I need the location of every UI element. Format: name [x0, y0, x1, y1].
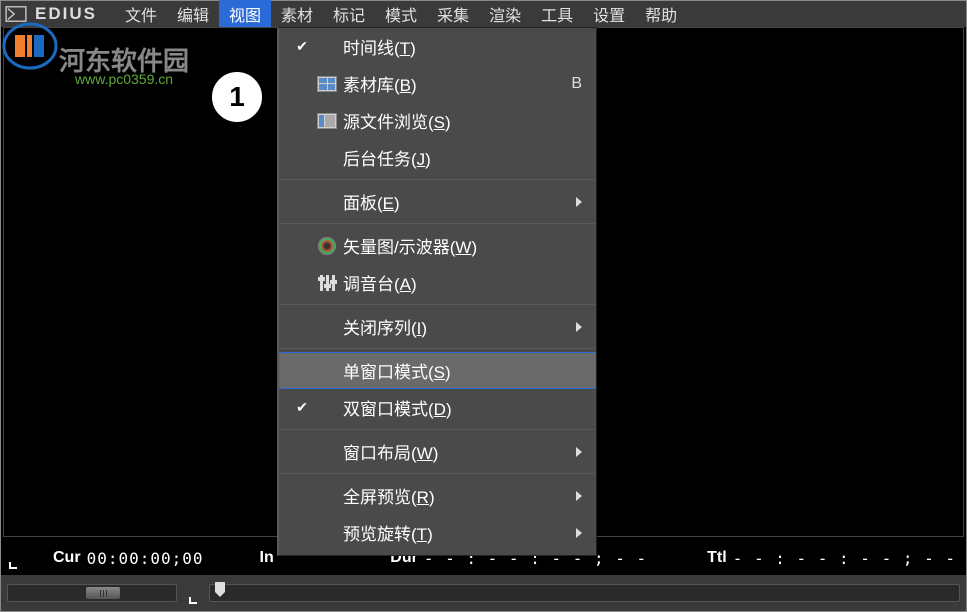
menu-separator: [280, 473, 595, 474]
submenu-arrow-icon: [576, 197, 582, 207]
callout-1: 1: [209, 69, 265, 125]
menu-label: 时间线(T): [341, 34, 582, 59]
checkmark-icon: ✔: [296, 399, 308, 416]
cur-value: 00:00:00;00: [87, 549, 204, 568]
submenu-arrow-icon: [576, 528, 582, 538]
submenu-arrow-icon: [576, 447, 582, 457]
menu-item-源文件浏览[interactable]: 源文件浏览(S): [279, 102, 596, 139]
vectorscope-icon: [318, 237, 336, 255]
menu-工具[interactable]: 工具: [531, 0, 583, 29]
menubar: EDIUS 文件编辑视图素材标记模式采集渲染工具设置帮助: [1, 1, 966, 27]
menu-item-后台任务[interactable]: 后台任务(J): [279, 139, 596, 176]
menu-模式[interactable]: 模式: [375, 0, 427, 29]
menu-item-全屏预览[interactable]: 全屏预览(R): [279, 477, 596, 514]
playhead[interactable]: [215, 582, 225, 592]
menu-label: 矢量图/示波器(W): [341, 233, 582, 258]
menu-separator: [280, 179, 595, 180]
menu-item-时间线[interactable]: ✔ 时间线(T): [279, 28, 596, 65]
menu-item-预览旋转[interactable]: 预览旋转(T): [279, 514, 596, 551]
menu-separator: [280, 429, 595, 430]
shuttle-thumb[interactable]: [86, 587, 120, 599]
menu-item-单窗口模式[interactable]: 单窗口模式(S): [279, 352, 596, 389]
bin-icon: [317, 76, 337, 92]
icon-slot: [313, 237, 341, 255]
in-point-icon: [189, 582, 197, 604]
icon-slot: [313, 113, 341, 129]
menu-separator: [280, 223, 595, 224]
menu-separator: [280, 348, 595, 349]
timeline-scrubber[interactable]: [209, 584, 960, 602]
ttl-label: Ttl: [707, 549, 727, 567]
menu-item-调音台[interactable]: 调音台(A): [279, 264, 596, 301]
menu-文件[interactable]: 文件: [115, 0, 167, 29]
menu-素材[interactable]: 素材: [271, 0, 323, 29]
menu-label: 面板(E): [341, 189, 582, 214]
menu-label: 全屏预览(R): [341, 483, 582, 508]
menu-标记[interactable]: 标记: [323, 0, 375, 29]
shuttle-slider[interactable]: [7, 584, 177, 602]
menu-设置[interactable]: 设置: [583, 0, 635, 29]
menu-label: 源文件浏览(S): [341, 108, 582, 133]
menu-label: 单窗口模式(S): [341, 358, 582, 383]
watermark-url: www.pc0359.cn: [75, 71, 173, 87]
menu-label: 素材库(B): [341, 71, 571, 96]
menu-帮助[interactable]: 帮助: [635, 0, 687, 29]
menu-item-面板[interactable]: 面板(E): [279, 183, 596, 220]
icon-slot: [313, 275, 341, 291]
check-slot: ✔: [291, 38, 313, 55]
menu-视图[interactable]: 视图: [219, 0, 271, 29]
menu-采集[interactable]: 采集: [427, 0, 479, 29]
bracket-icon: [9, 547, 17, 569]
menu-separator: [280, 304, 595, 305]
menu-渲染[interactable]: 渲染: [479, 0, 531, 29]
icon-slot: [313, 76, 341, 92]
mixer-icon: [320, 275, 335, 291]
bottom-bar: [1, 575, 966, 611]
check-slot: ✔: [291, 399, 313, 416]
in-label: In: [260, 549, 274, 567]
checkmark-icon: ✔: [296, 38, 308, 55]
menu-label: 预览旋转(T): [341, 520, 582, 545]
menu-label: 后台任务(J): [341, 145, 582, 170]
menu-label: 关闭序列(I): [341, 314, 582, 339]
watermark: 河东软件园 www.pc0359.cn: [1, 21, 59, 76]
menu-label: 调音台(A): [341, 270, 582, 295]
shortcut: B: [571, 75, 582, 93]
menu-label: 双窗口模式(D): [341, 395, 582, 420]
cur-label: Cur: [53, 549, 81, 567]
menu-item-素材库[interactable]: 素材库(B)B: [279, 65, 596, 102]
menu-item-双窗口模式[interactable]: ✔ 双窗口模式(D): [279, 389, 596, 426]
menu-label: 窗口布局(W): [341, 439, 582, 464]
menu-item-关闭序列[interactable]: 关闭序列(I): [279, 308, 596, 345]
menu-item-矢量图/示波器[interactable]: 矢量图/示波器(W): [279, 227, 596, 264]
submenu-arrow-icon: [576, 322, 582, 332]
menu-item-窗口布局[interactable]: 窗口布局(W): [279, 433, 596, 470]
menu-编辑[interactable]: 编辑: [167, 0, 219, 29]
submenu-arrow-icon: [576, 491, 582, 501]
browser-icon: [317, 113, 337, 129]
ttl-value: - - : - - : - - ; - -: [733, 549, 956, 568]
view-menu-dropdown: ✔ 时间线(T) 素材库(B)B 源文件浏览(S) 后台任务(J) 面板(E) 矢量图/示波…: [277, 27, 597, 556]
